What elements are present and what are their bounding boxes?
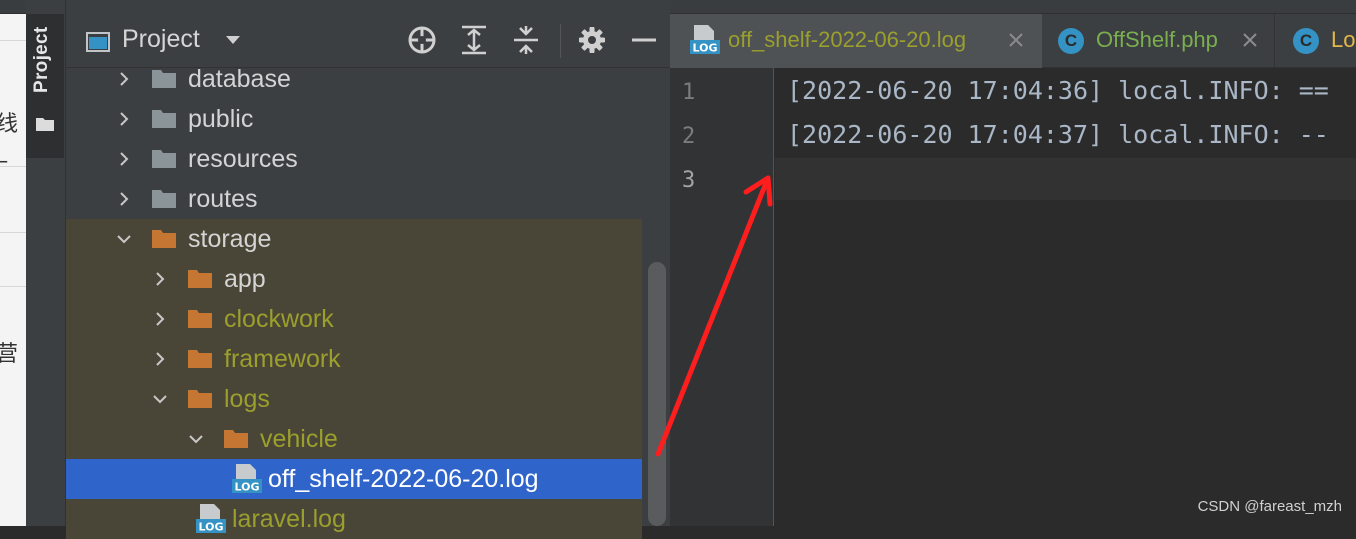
- collapse-all-icon[interactable]: [511, 24, 541, 56]
- class-icon: C: [1293, 28, 1319, 54]
- current-line-highlight: [775, 158, 1356, 200]
- tree-row-label: off_shelf-2022-06-20.log: [268, 465, 539, 493]
- gear-icon[interactable]: [577, 24, 607, 56]
- folder-icon: [187, 268, 213, 289]
- svg-text:LOG: LOG: [199, 521, 224, 534]
- locate-icon[interactable]: [407, 24, 437, 56]
- tree-row-label: logs: [224, 385, 270, 413]
- chevron-right-icon[interactable]: [152, 311, 168, 327]
- folder-icon: [151, 228, 177, 249]
- tree-row[interactable]: framework: [66, 339, 642, 379]
- code-line[interactable]: [2022-06-20 17:04:37] local.INFO: --: [787, 120, 1329, 149]
- toolbar-separator: [560, 24, 561, 58]
- close-icon[interactable]: [1242, 32, 1258, 48]
- tree-row-label: laravel.log: [232, 505, 346, 533]
- chevron-down-icon[interactable]: [188, 431, 204, 447]
- tree-row-label: storage: [188, 225, 272, 253]
- tree-row-label: database: [188, 65, 291, 93]
- tree-row[interactable]: vehicle: [66, 419, 642, 459]
- tree-row-label: app: [224, 265, 266, 293]
- chevron-right-icon[interactable]: [116, 191, 132, 207]
- svg-text:LOG: LOG: [235, 481, 260, 494]
- tree-row[interactable]: logs: [66, 379, 642, 419]
- close-icon[interactable]: [1008, 32, 1024, 48]
- external-text-1: 线_: [0, 112, 19, 163]
- annotation-arrow: [655, 175, 773, 457]
- tree-row[interactable]: public: [66, 99, 642, 139]
- class-icon: C: [1058, 28, 1084, 54]
- tab-offshelf-php[interactable]: C OffShelf.php: [1042, 14, 1274, 68]
- tree-row[interactable]: app: [66, 259, 642, 299]
- external-text-2: 营: [0, 342, 19, 367]
- chevron-right-icon[interactable]: [116, 111, 132, 127]
- chevron-down-icon[interactable]: [224, 34, 242, 46]
- tree-row[interactable]: resources: [66, 139, 642, 179]
- tab-label: OffShelf.php: [1096, 27, 1218, 52]
- tree-row-label: vehicle: [260, 425, 338, 453]
- tab-label: Lo: [1331, 27, 1356, 52]
- tree-row-label: resources: [188, 145, 298, 173]
- tab-off-shelf-log[interactable]: LOG off_shelf-2022-06-20.log: [670, 14, 1042, 68]
- expand-all-icon[interactable]: [459, 24, 489, 56]
- tree-row[interactable]: clockwork: [66, 299, 642, 339]
- line-number: 1: [682, 80, 696, 105]
- project-view-icon: [86, 32, 110, 52]
- tree-row[interactable]: database: [66, 59, 642, 99]
- folder-icon: [223, 428, 249, 449]
- chevron-right-icon[interactable]: [116, 151, 132, 167]
- folder-icon: [151, 148, 177, 169]
- tree-row[interactable]: LOG laravel.log: [66, 499, 642, 539]
- tab-label: off_shelf-2022-06-20.log: [728, 27, 967, 52]
- folder-icon: [187, 308, 213, 329]
- log-file-icon: LOG: [690, 24, 720, 56]
- chevron-right-icon[interactable]: [152, 271, 168, 287]
- chevron-down-icon[interactable]: [152, 391, 168, 407]
- code-line[interactable]: [2022-06-20 17:04:36] local.INFO: ==: [787, 76, 1329, 105]
- tree-row[interactable]: routes: [66, 179, 642, 219]
- project-panel-title[interactable]: Project: [122, 25, 200, 54]
- external-window-edge: 线_ 营: [0, 0, 26, 526]
- minimize-icon[interactable]: [629, 24, 659, 56]
- tree-row-label: routes: [188, 185, 258, 213]
- tree-row[interactable]: storage: [66, 219, 642, 259]
- tree-row-label: clockwork: [224, 305, 334, 333]
- project-tool-label: Project: [31, 26, 52, 93]
- tree-row[interactable]: LOG off_shelf-2022-06-20.log: [66, 459, 642, 499]
- svg-text:LOG: LOG: [693, 42, 718, 55]
- log-file-icon: LOG: [232, 463, 262, 495]
- log-file-icon: LOG: [196, 503, 226, 535]
- tab-lo[interactable]: C Lo: [1274, 14, 1356, 68]
- chevron-down-icon[interactable]: [116, 231, 132, 247]
- chevron-right-icon[interactable]: [116, 71, 132, 87]
- folder-icon: [151, 68, 177, 89]
- folder-icon: [187, 348, 213, 369]
- chevron-right-icon[interactable]: [152, 351, 168, 367]
- folder-icon: [35, 116, 55, 132]
- watermark: CSDN @fareast_mzh: [1197, 498, 1342, 515]
- tree-row-label: public: [188, 105, 254, 133]
- line-number: 2: [682, 124, 696, 149]
- folder-icon: [187, 388, 213, 409]
- tree-row-label: framework: [224, 345, 341, 373]
- folder-icon: [151, 108, 177, 129]
- folder-icon: [151, 188, 177, 209]
